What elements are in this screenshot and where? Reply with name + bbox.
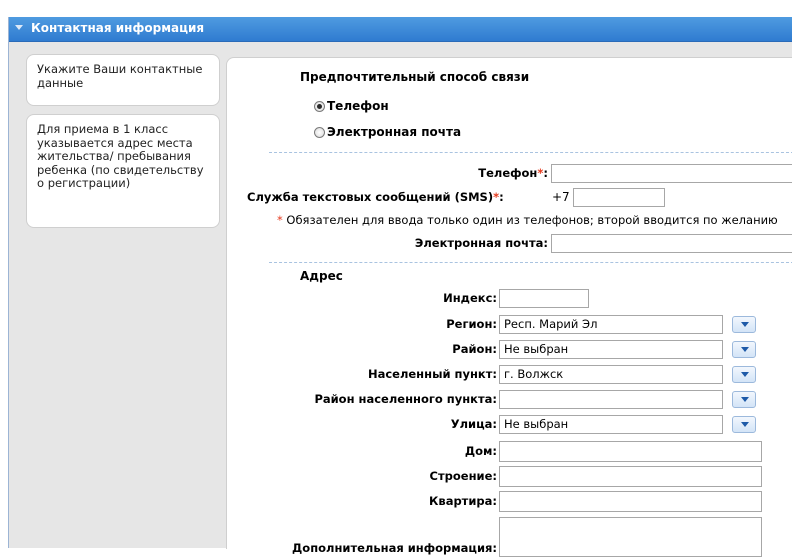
hint-first-grade: Для приема в 1 класс указывается адрес м… [26,114,220,228]
email-label: Электронная почта: [414,236,548,250]
locality-label: Населенный пункт: [367,367,497,381]
extra-info-label: Дополнительная информация: [292,541,497,555]
chevron-down-icon [741,422,749,427]
building-label: Строение: [429,469,497,483]
apartment-input[interactable] [499,491,762,512]
apartment-label: Квартира: [429,494,497,508]
chevron-down-icon [741,347,749,352]
hint-contact-data: Укажите Ваши контактные данные [26,54,220,106]
separator [269,152,792,153]
radio-email[interactable] [314,127,325,138]
extra-info-textarea[interactable] [499,517,762,557]
separator [269,262,792,263]
sms-label: Служба текстовых сообщений (SMS)*: [247,190,504,204]
region-label: Регион: [446,317,497,331]
form-area: Предпочтительный способ связи Телефон Эл… [226,57,792,557]
locality-dropdown-button[interactable] [732,366,756,383]
locality-district-select[interactable] [499,390,723,409]
locality-select[interactable]: г. Волжск [499,365,723,384]
locality-district-label: Район населенного пункта: [314,392,497,406]
district-dropdown-button[interactable] [732,341,756,358]
street-select[interactable]: Не выбран [499,415,723,434]
phone-input[interactable] [551,164,792,183]
building-input[interactable] [499,466,762,487]
top-strip [0,0,792,17]
phone-label: Телефон*: [478,166,548,180]
contact-method-title: Предпочтительный способ связи [300,70,530,84]
house-input[interactable] [499,441,762,462]
panel-title: Контактная информация [31,21,205,35]
street-dropdown-button[interactable] [732,416,756,433]
radio-email-label[interactable]: Электронная почта [327,125,461,139]
chevron-down-icon [741,397,749,402]
street-label: Улица: [450,417,497,431]
collapse-triangle-icon[interactable] [15,25,23,30]
chevron-down-icon [741,322,749,327]
hint-text: Укажите Ваши контактные данные [37,62,203,90]
index-input[interactable] [499,289,589,308]
sms-prefix: +7 [552,190,570,204]
house-label: Дом: [464,444,497,458]
region-dropdown-button[interactable] [732,316,756,333]
phone-note: * Обязателен для ввода только один из те… [277,213,778,227]
district-label: Район: [452,342,497,356]
chevron-down-icon [741,372,749,377]
locality-district-dropdown-button[interactable] [732,391,756,408]
panel-header[interactable]: Контактная информация [9,17,792,42]
hint-text: Для приема в 1 класс указывается адрес м… [37,122,204,190]
region-select[interactable]: Респ. Марий Эл [499,315,723,334]
sms-input[interactable] [573,188,665,207]
email-input[interactable] [551,234,792,253]
contact-panel: Контактная информация Укажите Ваши конта… [8,17,792,557]
index-label: Индекс: [443,291,497,305]
district-select[interactable]: Не выбран [499,340,723,359]
radio-phone-label[interactable]: Телефон [327,99,389,113]
radio-phone[interactable] [314,101,325,112]
address-title: Адрес [300,269,343,283]
